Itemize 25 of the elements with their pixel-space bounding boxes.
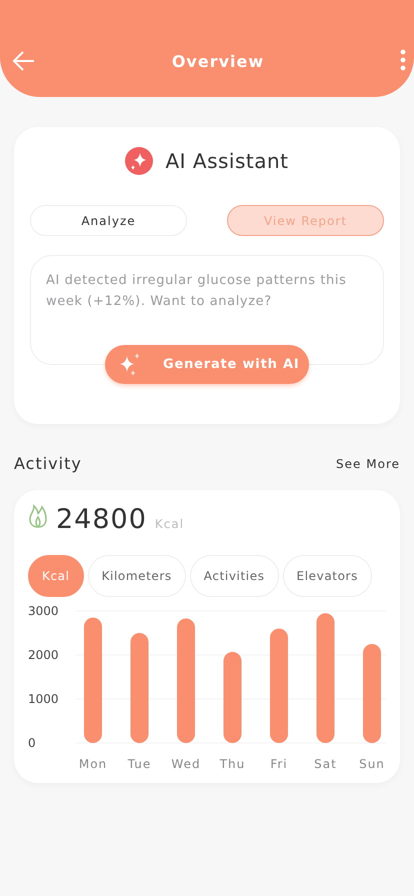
sparkle-icon bbox=[125, 147, 154, 175]
total-value: 24800 bbox=[56, 504, 147, 535]
axis-label: Fri bbox=[270, 757, 288, 771]
metric-tab[interactable]: Elevators bbox=[282, 555, 372, 597]
axis-label: Mon bbox=[78, 757, 108, 771]
axis-label: Sun bbox=[359, 757, 385, 771]
axis-label: Tue bbox=[128, 757, 152, 771]
axis-label: Wed bbox=[171, 757, 201, 771]
axis-label: Sat bbox=[314, 757, 337, 771]
axis-label: 3000 bbox=[28, 604, 59, 618]
see-more-link[interactable]: See More bbox=[336, 456, 400, 470]
axis-label: 1000 bbox=[28, 692, 59, 706]
back-icon[interactable] bbox=[12, 51, 36, 71]
assistant-title: AI Assistant bbox=[165, 149, 289, 173]
metric-tab[interactable]: Activities bbox=[190, 555, 279, 597]
section-title: Activity bbox=[14, 454, 82, 473]
flame-icon bbox=[28, 504, 48, 528]
metric-tab[interactable]: Kilometers bbox=[88, 555, 186, 597]
axis-label: Thu bbox=[220, 757, 246, 771]
unit-label: Kcal bbox=[154, 517, 184, 531]
action-button[interactable]: Analyze bbox=[30, 205, 187, 236]
axis-label: 2000 bbox=[28, 648, 59, 662]
page-title: Overview bbox=[172, 52, 264, 71]
more-icon[interactable] bbox=[400, 49, 406, 71]
axis-label: 0 bbox=[28, 736, 36, 750]
